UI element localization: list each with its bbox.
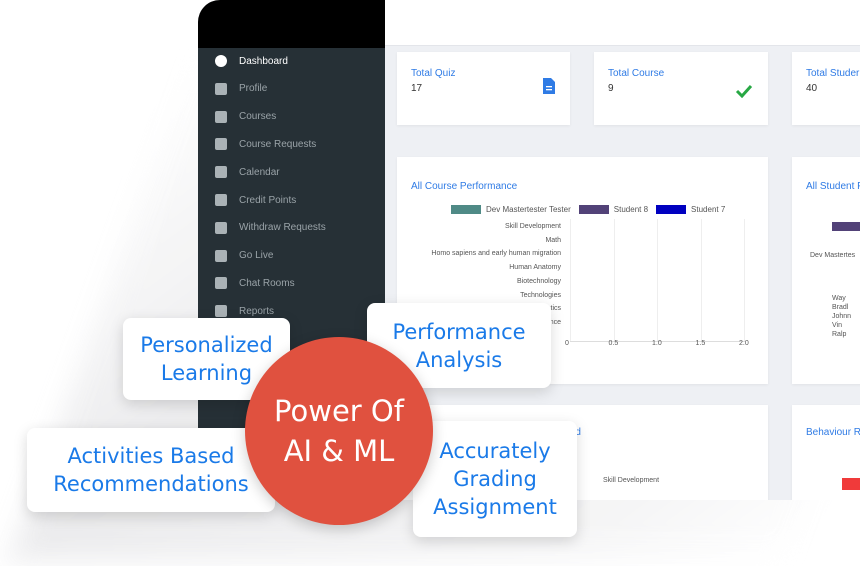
x-tick-label: 2.0 <box>739 340 749 347</box>
stat-card-students[interactable]: Total Studer 40 <box>792 52 860 125</box>
logo-area <box>198 0 385 48</box>
sidebar-item-label: Calendar <box>239 166 280 178</box>
x-tick-label: 0 <box>565 340 569 347</box>
sidebar-item-label: Dashboard <box>239 55 288 67</box>
y-tick-label: Skill Development <box>504 223 561 230</box>
legend-swatch <box>451 205 481 214</box>
y-tick-label: Technologies <box>520 291 561 299</box>
user-icon <box>215 82 227 95</box>
envelope-icon <box>215 138 227 151</box>
check-icon <box>735 84 753 98</box>
reports-icon <box>215 305 227 318</box>
stat-value: 9 <box>608 83 614 94</box>
y-tick-label: tics <box>550 305 562 313</box>
y-tick-label: Math <box>545 236 561 244</box>
sidebar-item-label: Reports <box>239 305 275 317</box>
sidebar-item-label: Profile <box>239 83 268 95</box>
stat-value: 17 <box>411 83 423 94</box>
x-tick-label: 1.0 <box>652 340 662 347</box>
grid-line <box>700 219 702 341</box>
chart-label: Skill Development <box>603 477 660 484</box>
stat-card-course[interactable]: Total Course 9 <box>594 52 768 125</box>
x-tick-label: 0.5 <box>608 340 619 347</box>
y-tick-label: Biotechnology <box>517 277 561 285</box>
sidebar-item-label: Go Live <box>239 250 274 262</box>
y-tick-label: Johnn <box>832 313 852 320</box>
legend-swatch <box>578 205 609 214</box>
chart-title: All Course Performance <box>411 181 518 192</box>
stat-value: 40 <box>806 83 818 94</box>
chat-icon <box>215 277 227 290</box>
y-tick-label: Way <box>832 295 846 302</box>
stat-title: Total Quiz <box>411 68 456 79</box>
x-tick-label: 1.5 <box>695 340 706 347</box>
feature-activities-recommendations: Activities Based Recommendations <box>27 428 275 512</box>
grid-line <box>657 219 658 341</box>
legend-swatch <box>656 205 687 214</box>
chart-title: All Student P <box>806 181 860 192</box>
grid-line <box>570 219 571 341</box>
handshake-icon <box>215 249 227 262</box>
sidebar-item-credit-points[interactable]: Credit Points <box>215 190 296 210</box>
sidebar-item-courses[interactable]: Courses <box>215 107 276 127</box>
credit-icon <box>215 194 227 206</box>
sidebar-item-dashboard[interactable]: Dashboard <box>215 51 288 71</box>
student-performance-chart: All Student P Dev Mastertes Way Bradl Johnn… <box>792 157 860 384</box>
legend-entry[interactable]: Dev Mastertester Tester <box>486 205 571 214</box>
legend-entry[interactable]: Student 7 <box>691 205 725 214</box>
sidebar-item-go-live[interactable]: Go Live <box>215 246 273 266</box>
y-tick-label: Homo sapiens and early human migration <box>431 250 561 258</box>
dashboard-icon <box>215 55 227 67</box>
chart-legend: Dev Mastertester Tester Student 8 Student … <box>443 205 725 214</box>
power-ai-ml-badge: Power Of AI & ML <box>245 337 433 525</box>
y-tick-label: Ralp <box>832 331 847 338</box>
y-tick-label: Dev Mastertes <box>810 252 856 259</box>
stat-title: Total Studer <box>806 68 860 79</box>
y-tick-label: Bradl <box>832 304 849 311</box>
feature-grading-assignment: Accurately Grading Assignment <box>413 421 577 537</box>
top-header <box>385 0 860 46</box>
sidebar-item-withdraw-requests[interactable]: Withdraw Requests <box>215 218 326 238</box>
calendar-icon <box>215 166 227 179</box>
sidebar-item-profile[interactable]: Profile <box>215 79 267 99</box>
sidebar-item-course-requests[interactable]: Course Requests <box>215 134 316 154</box>
chart-title: Behaviour R <box>806 427 860 438</box>
legend-entry[interactable]: Student 8 <box>614 205 648 214</box>
y-tick-label: Human Anatomy <box>509 264 561 272</box>
stat-title: Total Course <box>608 68 665 79</box>
sidebar-item-chat-rooms[interactable]: Chat Rooms <box>215 273 295 293</box>
stat-card-quiz[interactable]: Total Quiz 17 <box>397 52 570 125</box>
laptop-icon <box>215 110 227 123</box>
sidebar-item-label: Chat Rooms <box>239 277 295 289</box>
grid-line <box>613 219 615 341</box>
grid-line <box>744 219 745 341</box>
behaviour-chart: Behaviour R <box>792 405 860 500</box>
sidebar-item-calendar[interactable]: Calendar <box>215 162 280 182</box>
sidebar-item-label: Withdraw Requests <box>239 222 326 234</box>
behaviour-bar <box>842 478 860 490</box>
document-icon <box>543 78 555 94</box>
sidebar-item-label: Courses <box>239 111 277 123</box>
legend-swatch <box>832 222 860 231</box>
y-tick-label: nce <box>549 318 561 326</box>
y-tick-label: Vin <box>832 322 842 329</box>
sidebar-item-label: Credit Points <box>239 194 297 206</box>
withdraw-icon <box>215 221 227 234</box>
sidebar-item-label: Course Requests <box>239 138 317 150</box>
